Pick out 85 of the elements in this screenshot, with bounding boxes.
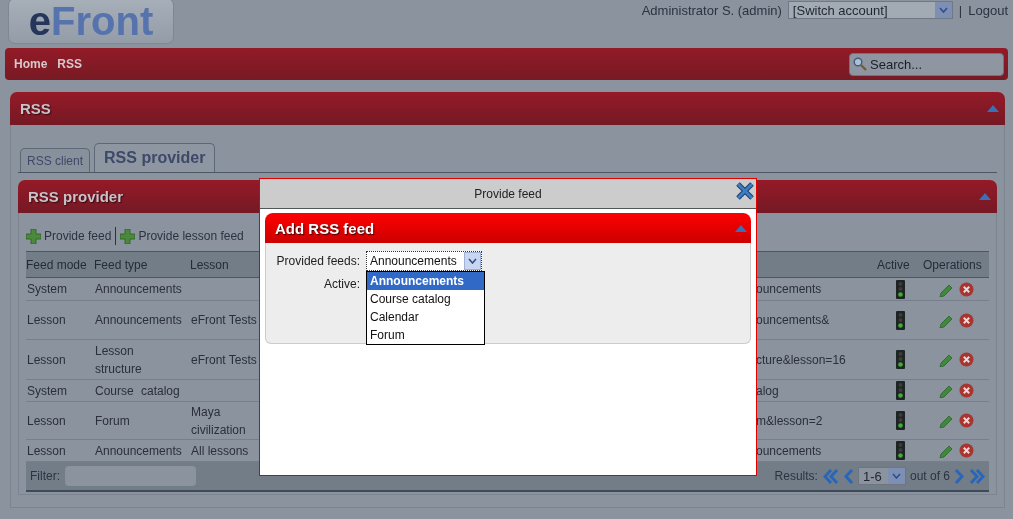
table-cell-text: ouncements [755, 281, 823, 298]
delete-icon[interactable] [958, 383, 974, 398]
table-cell-text: System [26, 382, 68, 400]
delete-icon[interactable] [958, 312, 974, 328]
traffic-light-icon[interactable] [895, 310, 905, 330]
delete-icon[interactable] [958, 281, 974, 297]
table-cell-text: Lesson structure [94, 342, 143, 378]
plus-icon [26, 228, 41, 244]
table-cell-text: Maya civilization [190, 403, 247, 439]
collapse-icon[interactable] [979, 193, 991, 200]
table-cell-text: Forum [94, 412, 131, 430]
table-cell-text: Lesson [26, 312, 67, 329]
table-cell-text: Announcements [94, 312, 183, 329]
column-header[interactable]: Operations [923, 257, 989, 272]
feeds-label: Provided feeds: [275, 253, 360, 268]
first-page-button[interactable] [821, 468, 839, 484]
section-title: RSS provider [28, 188, 124, 205]
traffic-light-icon[interactable] [895, 411, 905, 430]
feeds-select[interactable]: Announcements [366, 250, 482, 271]
results-label: Results: [774, 469, 818, 483]
close-icon [735, 181, 755, 201]
table-cell-text: m&lesson=2 [755, 412, 824, 430]
active-label: Active: [323, 276, 360, 291]
action-link[interactable]: Provide feed [26, 228, 112, 244]
filter-label: Filter: [30, 469, 60, 483]
traffic-light-icon[interactable] [895, 381, 905, 400]
column-header[interactable]: Feed mode [26, 257, 94, 272]
caret-icon [891, 473, 901, 479]
traffic-light-icon[interactable] [895, 279, 905, 299]
breadcrumb-link[interactable]: Home [14, 57, 48, 71]
table-cell-text: System [26, 281, 68, 298]
table-cell-text: Lesson [26, 351, 67, 369]
breadcrumb-link[interactable]: RSS [57, 57, 83, 71]
action-link[interactable]: Provide lesson feed [120, 228, 244, 244]
traffic-light-icon[interactable] [895, 350, 905, 369]
dropdown-option[interactable]: Announcements [367, 272, 484, 290]
pencil-icon[interactable] [938, 443, 954, 458]
dialog-title: Provide feed [474, 186, 542, 201]
delete-icon[interactable] [958, 352, 974, 367]
table-cell-text: cture&lesson=16 [755, 351, 847, 369]
table-cell-text: alog [755, 382, 780, 400]
caret-icon [468, 257, 477, 264]
results-total: out of 6 [909, 469, 950, 483]
pencil-icon[interactable] [938, 352, 954, 367]
next-page-button[interactable] [954, 468, 965, 484]
traffic-light-icon[interactable] [895, 441, 905, 460]
column-header[interactable]: Active [877, 257, 923, 272]
pencil-icon[interactable] [938, 413, 954, 428]
column-header[interactable]: Feed type [94, 257, 190, 272]
table-cell-text: ouncements& [755, 312, 831, 329]
close-button[interactable] [735, 181, 755, 201]
last-page-button[interactable] [969, 468, 986, 484]
table-cell-text: Lesson [26, 442, 67, 460]
user-name: Administrator S. (admin) [641, 2, 782, 18]
table-cell-text: Course catalog [94, 382, 181, 400]
table-cell-text: eFront Tests [190, 351, 258, 369]
account-select[interactable]: [Switch account] [787, 1, 953, 19]
logout-link[interactable]: Logout [968, 2, 1008, 18]
page-select[interactable]: 1-6 [857, 467, 906, 485]
caret-icon [938, 7, 948, 13]
form-title: Add RSS feed [275, 219, 375, 237]
double-chevron-icon [969, 468, 986, 484]
chevron-icon [954, 468, 965, 484]
previous-page-button[interactable] [842, 468, 854, 484]
table-cell-text: eFront Tests [190, 312, 258, 329]
pencil-icon[interactable] [938, 383, 954, 398]
chevron-icon [842, 468, 854, 484]
tab[interactable]: RSS provider [94, 143, 216, 172]
collapse-icon[interactable] [987, 105, 999, 112]
logo[interactable]: eFront [8, 0, 174, 44]
collapse-icon[interactable] [735, 224, 747, 232]
table-cell-text: All lessons [190, 442, 250, 460]
tab[interactable]: RSS client [20, 148, 91, 172]
table-cell-text: Announcements [94, 442, 183, 460]
panel-title: RSS [20, 100, 51, 117]
plus-icon [120, 228, 136, 244]
search-field[interactable]: Search... [849, 52, 1004, 76]
separator: | [958, 2, 963, 18]
search-icon [853, 57, 867, 71]
table-cell-text: Lesson [26, 412, 67, 430]
delete-icon[interactable] [958, 443, 974, 458]
delete-icon[interactable] [958, 413, 974, 428]
table-cell-text: Announcements [94, 281, 183, 298]
table-cell-text: ouncements [755, 442, 823, 460]
double-chevron-icon [821, 468, 839, 484]
